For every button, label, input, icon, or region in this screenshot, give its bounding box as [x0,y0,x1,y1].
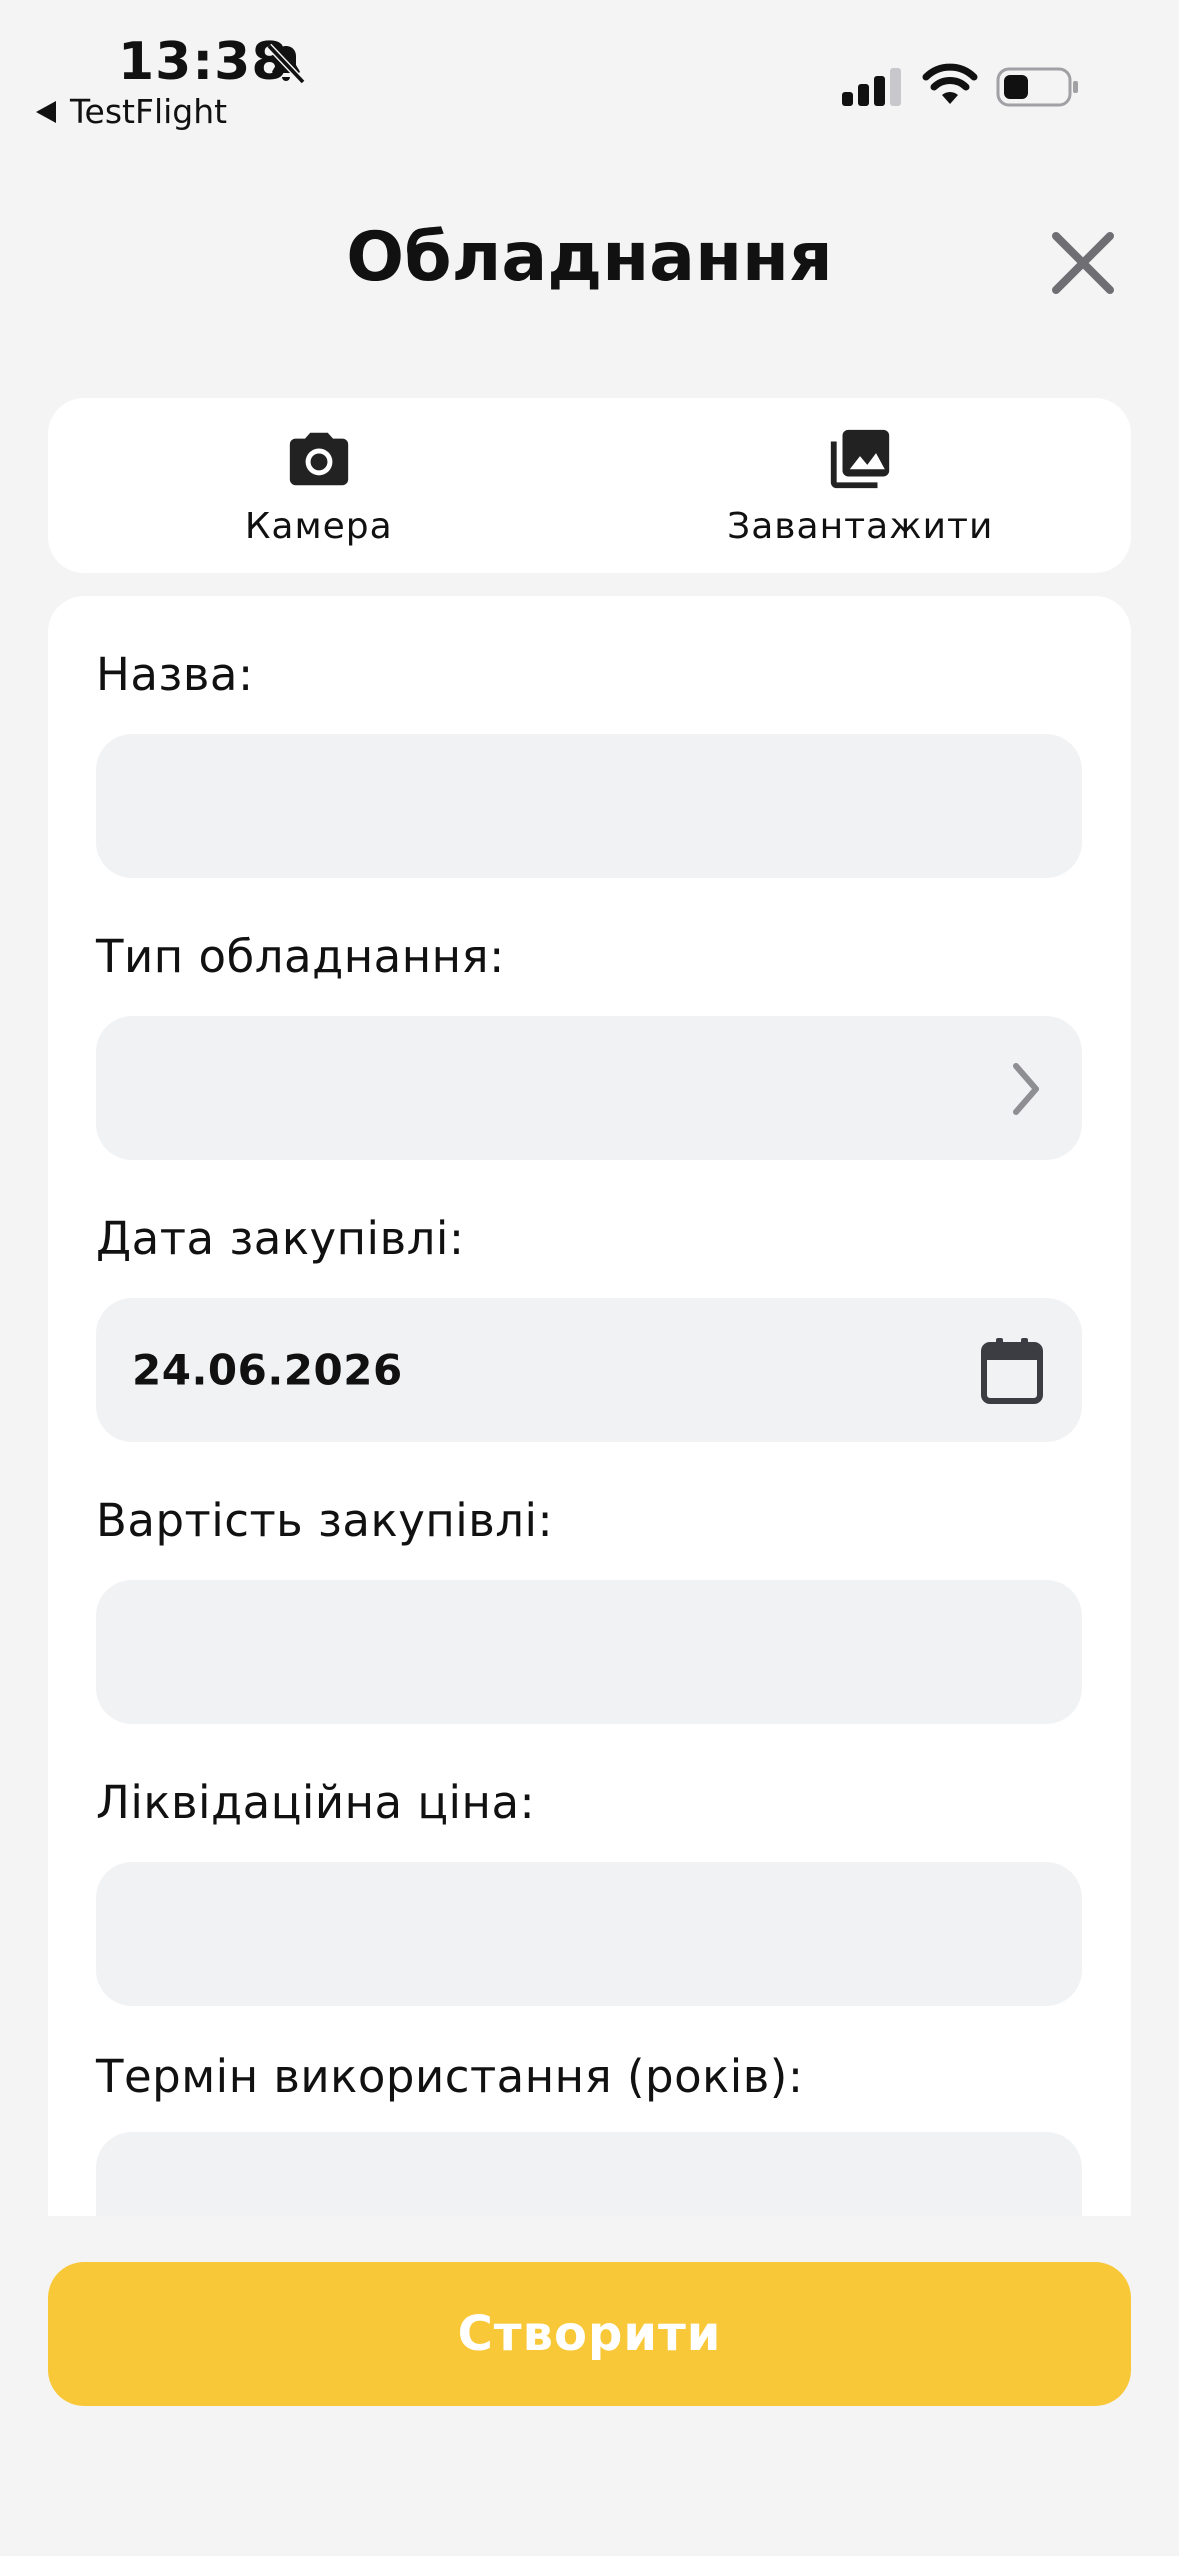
purchase-date-field[interactable]: 24.06.2026 [96,1298,1082,1442]
bell-slash-icon [266,43,306,85]
page-title: Обладнання [346,218,833,297]
equipment-type-select[interactable] [96,1016,1082,1160]
equipment-form: Назва: Тип обладнання: Дата закупівлі: 2… [48,596,1131,2216]
camera-label: Камера [244,506,393,547]
purchase-cost-input[interactable] [96,1580,1082,1724]
purchase-date-value: 24.06.2026 [132,1345,403,1395]
create-button[interactable]: Створити [48,2262,1131,2406]
name-input[interactable] [96,734,1082,878]
upload-button[interactable]: Завантажити [590,398,1132,573]
name-label: Назва: [96,648,254,701]
purchase-date-label: Дата закупівлі: [96,1212,465,1265]
battery-icon [996,67,1078,107]
liquidation-price-input[interactable] [96,1862,1082,2006]
back-arrow-icon [36,100,56,123]
back-label: TestFlight [70,92,228,131]
purchase-cost-label: Вартість закупівлі: [96,1494,554,1547]
equipment-type-label: Тип обладнання: [96,930,505,983]
media-source-card: Камера Завантажити [48,398,1131,573]
chevron-right-icon [1013,1063,1039,1115]
camera-icon [289,432,348,486]
upload-label: Завантажити [727,506,994,547]
usage-term-label: Термін використання (років): [96,2050,804,2103]
wifi-icon [922,63,978,104]
liquidation-price-label: Ліквідаційна ціна: [96,1776,536,1829]
calendar-icon[interactable] [980,1336,1044,1404]
usage-term-input[interactable] [96,2132,1082,2216]
gallery-icon [831,429,890,489]
back-to-testflight[interactable]: TestFlight [36,92,227,131]
signal-icon [842,68,901,106]
status-bar: 13:38 TestFlight [0,0,1179,150]
camera-button[interactable]: Камера [48,398,590,573]
close-icon[interactable] [1048,228,1118,298]
